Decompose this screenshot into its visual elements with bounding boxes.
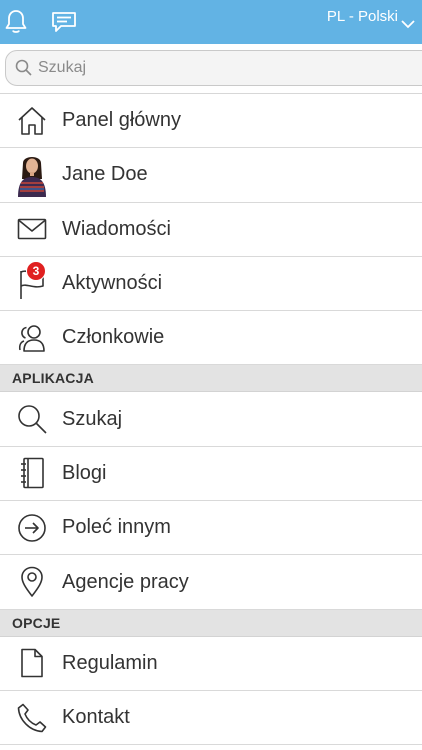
envelope-icon — [14, 211, 50, 247]
menu-item-label: Panel główny — [62, 109, 181, 132]
menu-item-label: Agencje pracy — [62, 570, 189, 593]
menu-item-label: Aktywności — [62, 272, 163, 295]
side-menu: Panel główny Jane Doe Wiadomości 3 Aktyw… — [0, 94, 422, 746]
language-label: PL - Polski — [326, 8, 398, 25]
menu-item-label: Regulamin — [62, 651, 158, 674]
menu-item-profile[interactable]: Jane Doe — [0, 148, 422, 203]
chat-icon[interactable] — [48, 6, 80, 38]
menu-item-label: Blogi — [62, 461, 107, 484]
members-icon — [14, 320, 50, 356]
section-header-options: OPCJE — [0, 609, 422, 637]
menu-item-terms[interactable]: Regulamin — [0, 637, 422, 691]
menu-item-contact[interactable]: Kontakt — [0, 691, 422, 746]
menu-item-agencies[interactable]: Agencje pracy — [0, 555, 422, 610]
menu-item-search[interactable]: Szukaj — [0, 392, 422, 447]
search-input[interactable] — [38, 59, 398, 77]
top-bar: PL - Polski — [0, 0, 422, 44]
notebook-icon — [14, 455, 50, 491]
menu-item-recommend[interactable]: Poleć innym — [0, 501, 422, 556]
notification-badge: 3 — [26, 260, 46, 281]
menu-item-label: Kontakt — [62, 706, 130, 729]
avatar — [14, 152, 50, 197]
menu-item-messages[interactable]: Wiadomości — [0, 203, 422, 257]
search-bar — [0, 44, 422, 94]
bell-icon[interactable] — [0, 6, 32, 38]
menu-item-label: Członkowie — [62, 326, 165, 349]
menu-item-label: Wiadomości — [62, 217, 171, 240]
location-pin-icon — [14, 564, 50, 600]
menu-item-label: Szukaj — [62, 407, 123, 430]
menu-item-label: Poleć innym — [62, 516, 171, 539]
home-icon — [14, 103, 50, 139]
menu-item-activities[interactable]: 3 Aktywności — [0, 257, 422, 312]
section-header-apps: APLIKACJA — [0, 365, 422, 393]
phone-icon — [14, 700, 50, 736]
search-icon — [14, 401, 50, 437]
search-icon — [15, 59, 32, 76]
menu-item-blogs[interactable]: Blogi — [0, 447, 422, 502]
menu-item-members[interactable]: Członkowie — [0, 311, 422, 366]
chevron-down-icon — [400, 16, 416, 33]
language-selector[interactable]: PL - Polski — [327, 0, 416, 44]
document-icon — [14, 645, 50, 681]
menu-item-dashboard[interactable]: Panel główny — [0, 94, 422, 149]
menu-item-label: Jane Doe — [62, 163, 148, 186]
search-box[interactable] — [5, 50, 422, 86]
arrow-circle-icon — [14, 510, 50, 546]
